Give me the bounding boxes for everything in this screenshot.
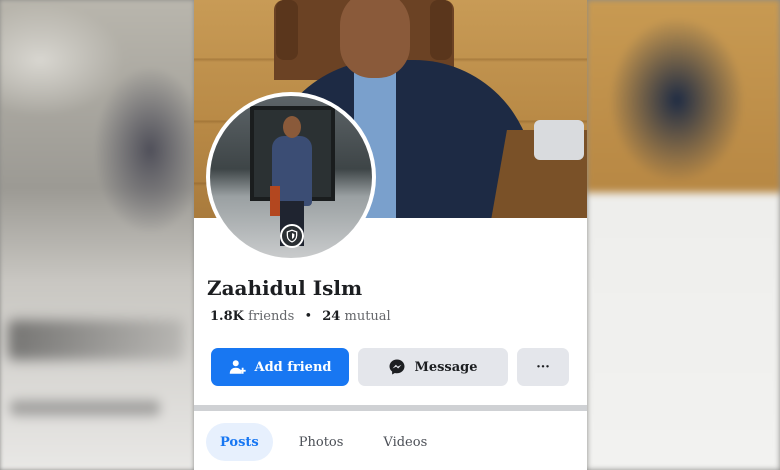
- messenger-icon: [388, 358, 406, 376]
- mutual-count: 24: [322, 309, 341, 324]
- blurred-name-ghost: [8, 320, 184, 360]
- more-dots-icon: ···: [536, 359, 550, 375]
- shield-icon: [280, 224, 304, 248]
- add-friend-label: Add friend: [254, 359, 332, 375]
- mutual-label: mutual: [344, 309, 391, 324]
- profile-tabs: Posts Photos Videos: [206, 423, 453, 463]
- separator-dot: •: [304, 309, 313, 324]
- section-divider: [194, 405, 587, 411]
- add-person-icon: [229, 359, 247, 375]
- tab-posts[interactable]: Posts: [206, 423, 273, 461]
- add-friend-button[interactable]: Add friend: [211, 348, 349, 386]
- profile-name: Zaahidul Islm: [207, 276, 363, 300]
- blurred-background-right: [587, 0, 780, 470]
- tab-videos[interactable]: Videos: [369, 423, 441, 461]
- more-options-button[interactable]: ···: [517, 348, 569, 386]
- desk-telephone: [534, 120, 584, 160]
- friends-label: friends: [248, 309, 295, 324]
- avatar: [210, 96, 372, 258]
- blurred-background-left: [0, 0, 194, 470]
- tab-photos[interactable]: Photos: [285, 423, 358, 461]
- friend-stats[interactable]: 1.8K friends • 24 mutual: [210, 309, 391, 324]
- blurred-stats-ghost: [10, 400, 160, 416]
- profile-picture[interactable]: [206, 92, 376, 262]
- message-button[interactable]: Message: [358, 348, 508, 386]
- cover-person-head: [340, 0, 410, 78]
- profile-screen: Zaahidul Islm 1.8K friends • 24 mutual A…: [194, 0, 587, 470]
- friends-count: 1.8K: [210, 309, 244, 324]
- message-label: Message: [414, 359, 478, 375]
